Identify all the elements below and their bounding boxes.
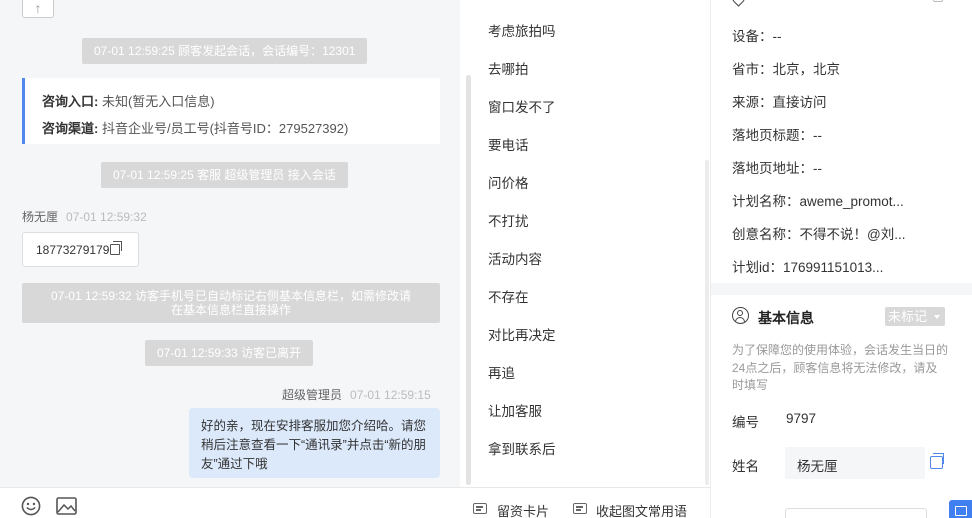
- quick-phrase-item[interactable]: 让加客服: [488, 400, 542, 420]
- agent-name: 超级管理员: [282, 388, 343, 402]
- composer-toolbar: 留资卡片 收起图文常用语: [0, 487, 710, 518]
- quick-phrase-item[interactable]: 不打扰: [488, 210, 529, 230]
- location-icon: [729, 0, 748, 7]
- collapse-phrases-icon: [573, 503, 587, 514]
- chat-panel: ↑ 07-01 12:59:25 顾客发起会话，会话编号：12301 咨询入口:…: [0, 0, 460, 518]
- quick-phrase-item[interactable]: 去哪拍: [488, 58, 529, 78]
- consult-entry-value: 未知(暂无入口信息): [101, 94, 215, 109]
- scroll-top-button[interactable]: ↑: [22, 0, 54, 18]
- leave-card-icon: [473, 503, 487, 514]
- quick-phrase-item[interactable]: 考虑旅拍吗: [488, 20, 556, 40]
- visitor-message-meta: 杨无厘 07-01 12:59:32: [22, 208, 147, 225]
- mark-status-value: 未标记: [888, 309, 928, 324]
- system-message-visitor-left: 07-01 12:59:33 访客已离开: [145, 340, 314, 366]
- copy-icon[interactable]: [930, 453, 944, 469]
- copy-icon[interactable]: [110, 241, 123, 255]
- plan-name-row: 计划名称：aweme_promot...: [732, 194, 904, 209]
- consult-info-card: 咨询入口: 未知(暂无入口信息) 咨询渠道: 抖音企业号/员工号(抖音号ID：2…: [22, 78, 440, 144]
- edit-notice: 为了保障您的使用体验，会话发生当日的24点之后，顾客信息将无法修改，请及时填写: [732, 343, 949, 392]
- customer-info-panel: 设备：-- 省市：北京，北京 来源：直接访问 落地页标题：-- 落地页地址：--…: [711, 0, 972, 518]
- system-message-session-start: 07-01 12:59:25 顾客发起会话，会话编号：12301: [82, 38, 368, 64]
- collapse-phrases-button[interactable]: 收起图文常用语: [596, 501, 687, 518]
- consult-channel-value: 抖音企业号/员工号(抖音号ID：279527392): [101, 121, 349, 136]
- section-separator: [711, 283, 972, 295]
- province-city-row: 省市：北京，北京: [732, 62, 840, 77]
- plan-id-row: 计划id：176991151013...: [732, 260, 884, 275]
- quick-phrase-list: 考虑旅拍吗 去哪拍 窗口发不了 要电话 问价格 不打扰 活动内容 不存在 对比再…: [472, 0, 710, 487]
- quick-phrase-item[interactable]: 再追: [488, 362, 515, 382]
- quick-phrase-item[interactable]: 活动内容: [488, 248, 542, 268]
- leave-card-button[interactable]: 留资卡片: [497, 501, 549, 518]
- consult-channel-label: 咨询渠道:: [42, 121, 99, 136]
- quick-phrase-item[interactable]: 不存在: [488, 286, 529, 306]
- agent-message-time: 07-01 12:59:15: [350, 388, 431, 402]
- system-message-phone-marked-line2: 在基本信息栏直接操作: [170, 303, 291, 317]
- quick-phrase-item[interactable]: 问价格: [488, 172, 529, 192]
- consult-entry-label: 咨询入口:: [42, 94, 99, 109]
- consult-channel-row: 咨询渠道: 抖音企业号/员工号(抖音号ID：279527392): [42, 118, 348, 137]
- device-row: 设备：--: [732, 29, 782, 44]
- system-message-agent-join: 07-01 12:59:25 客服 超级管理员 接入会话: [101, 162, 348, 188]
- quick-phrase-item[interactable]: 窗口发不了: [488, 96, 556, 116]
- consult-entry-row: 咨询入口: 未知(暂无入口信息): [42, 91, 215, 110]
- visitor-phone-text: 18773279179: [36, 243, 110, 257]
- message-icon[interactable]: [949, 500, 972, 518]
- agent-message-bubble: 好的亲，现在安排客服加您介绍哈。请您稍后注意查看一下“通讯录”并点击“新的朋友”…: [189, 408, 440, 478]
- creative-name-row: 创意名称：不得不说！@刘...: [732, 227, 906, 242]
- quick-phrase-item[interactable]: 对比再决定: [488, 324, 556, 344]
- smiley-icon[interactable]: [21, 496, 41, 516]
- user-circle-icon: [732, 307, 749, 324]
- agent-message-meta: 超级管理员 07-01 12:59:15: [282, 386, 431, 403]
- system-message-phone-marked-line1: 07-01 12:59:32 访客手机号已自动标记右侧基本信息栏，如需修改请: [50, 289, 412, 303]
- quick-phrase-item[interactable]: 拿到联系后: [488, 438, 556, 458]
- name-field[interactable]: 杨无厘: [785, 447, 925, 479]
- landing-url-row: 落地页地址：--: [732, 161, 822, 176]
- collapse-icon[interactable]: [933, 0, 943, 2]
- mark-status-dropdown[interactable]: 未标记: [885, 307, 945, 326]
- landing-title-row: 落地页标题：--: [732, 128, 822, 143]
- chat-scrollbar[interactable]: [466, 75, 471, 485]
- id-label: 编号: [732, 415, 759, 430]
- visitor-phone-bubble: 18773279179: [22, 232, 139, 267]
- quick-phrase-scrollbar[interactable]: [705, 160, 709, 485]
- chevron-down-icon: [934, 315, 940, 319]
- id-value: 9797: [786, 411, 817, 426]
- visitor-name: 杨无厘: [22, 210, 59, 224]
- quick-phrase-item[interactable]: 要电话: [488, 134, 529, 154]
- basic-info-title: 基本信息: [758, 310, 814, 326]
- next-field[interactable]: [785, 508, 927, 518]
- system-message-phone-marked: 07-01 12:59:32 访客手机号已自动标记右侧基本信息栏，如需修改请 在…: [22, 283, 440, 323]
- name-label: 姓名: [732, 459, 759, 474]
- visitor-message-time: 07-01 12:59:32: [66, 210, 147, 224]
- source-row: 来源：直接访问: [732, 95, 827, 110]
- image-icon[interactable]: [56, 497, 77, 515]
